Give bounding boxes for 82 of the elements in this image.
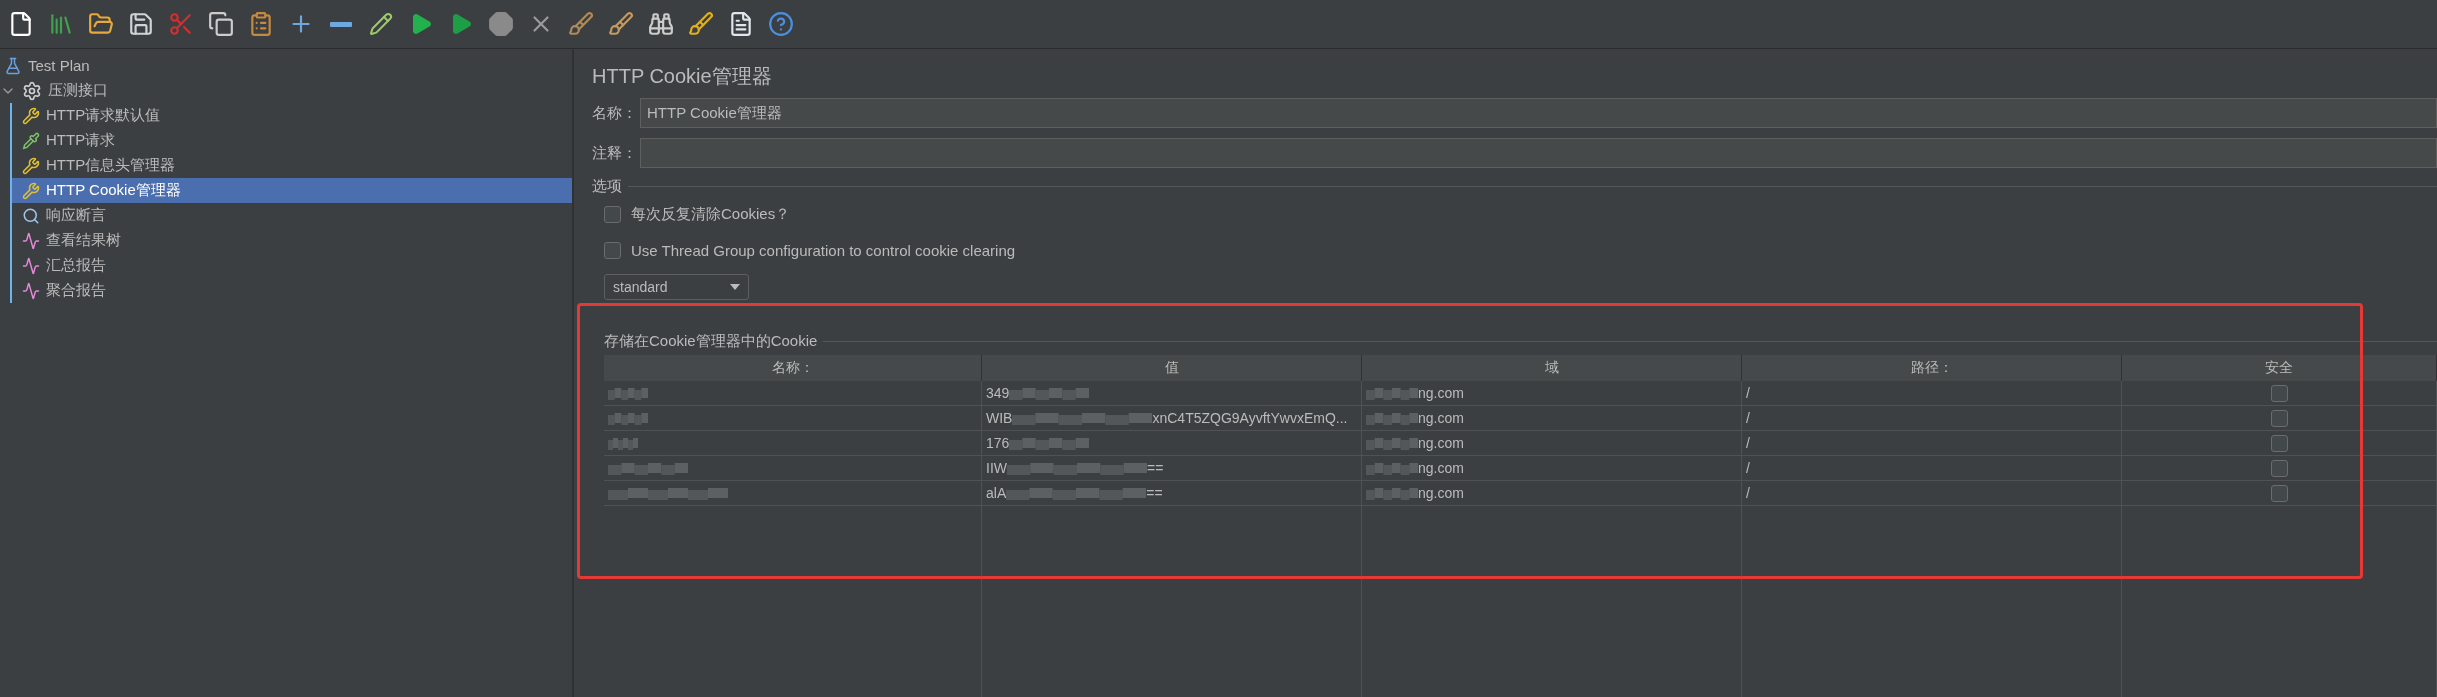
group-title: 选项	[592, 177, 622, 196]
column-header[interactable]: 安全	[2122, 355, 2437, 381]
checkbox[interactable]	[2270, 459, 2288, 477]
books-icon	[48, 11, 74, 37]
checkbox-label: Use Thread Group configuration to control cookie clearing	[631, 241, 1016, 259]
table-cell: /	[1746, 410, 1750, 426]
table-cell: 349	[986, 385, 1010, 401]
table-cell: alA	[986, 485, 1007, 501]
field-label: 名称：	[592, 103, 632, 123]
table-cell: ==	[1146, 485, 1163, 501]
table-cell: ==	[1147, 460, 1164, 476]
caret-icon	[730, 284, 740, 290]
blurred-text	[1366, 436, 1418, 450]
table-cell: 176	[986, 435, 1010, 451]
blurred-text	[1366, 486, 1418, 500]
magnifier-icon	[22, 206, 40, 225]
panel-title: HTTP Cookie管理器	[592, 63, 773, 89]
new-file-icon	[8, 11, 34, 37]
policy-dropdown[interactable]: standard	[604, 274, 749, 300]
checkbox[interactable]	[2270, 434, 2288, 452]
binoculars-icon	[648, 11, 674, 37]
wrench-icon	[22, 181, 40, 200]
checkbox[interactable]	[2270, 409, 2288, 427]
table-cell: /	[1746, 385, 1750, 401]
table-cell: IIW	[986, 460, 1007, 476]
checkbox-label: 每次反复清除Cookies？	[631, 204, 791, 224]
tree-item[interactable]: HTTP请求	[12, 128, 572, 153]
clipboard-icon	[248, 11, 274, 37]
tree-item[interactable]: 汇总报告	[12, 253, 572, 278]
table-cell: ng.com	[1418, 460, 1464, 476]
pencil-icon	[369, 12, 393, 36]
chart-icon	[22, 281, 40, 300]
table-cell: WIB	[986, 410, 1013, 426]
wrench-icon	[22, 156, 40, 175]
tree-item[interactable]: HTTP请求默认值	[12, 103, 572, 128]
blurred-text	[608, 436, 638, 450]
table-cell: xnC4T5ZQG9AyvftYwvxEmQ...	[1152, 410, 1348, 426]
tree-item[interactable]: Test Plan	[0, 53, 572, 78]
help-icon	[768, 11, 794, 37]
group-title: 存储在Cookie管理器中的Cookie	[604, 332, 818, 351]
table-cell: /	[1746, 460, 1750, 476]
folder-icon	[88, 11, 114, 37]
column-header[interactable]: 名称：	[604, 355, 982, 381]
blurred-text	[1366, 461, 1418, 475]
gear-icon	[22, 80, 42, 101]
wrench-icon	[22, 106, 40, 125]
blurred-text	[1366, 386, 1418, 400]
blurred-text	[608, 386, 648, 400]
name-field[interactable]: HTTP Cookie管理器	[640, 98, 2437, 128]
table-cell: ng.com	[1418, 485, 1464, 501]
checkbox[interactable]	[2270, 384, 2288, 402]
flask-icon	[4, 56, 22, 75]
minus-icon	[330, 21, 352, 27]
checkbox[interactable]	[604, 205, 621, 223]
stop-icon	[488, 11, 514, 37]
checkbox[interactable]	[604, 241, 621, 259]
comment-field[interactable]	[640, 138, 2437, 168]
tree-item[interactable]: 压测接口	[0, 78, 572, 103]
scissors-icon	[168, 11, 194, 37]
tree-item[interactable]: 聚合报告	[12, 278, 572, 303]
document-icon	[728, 11, 754, 37]
tree-item[interactable]: HTTP信息头管理器	[12, 153, 572, 178]
table-cell: /	[1746, 435, 1750, 451]
tree-item[interactable]: HTTP Cookie管理器	[12, 178, 572, 203]
column-header[interactable]: 域	[1362, 355, 1742, 381]
checkbox[interactable]	[2270, 484, 2288, 502]
table-cell: /	[1746, 485, 1750, 501]
column-header[interactable]: 路径：	[1742, 355, 2122, 381]
tree-item[interactable]: 响应断言	[12, 203, 572, 228]
table-cell: ng.com	[1418, 410, 1464, 426]
blurred-text	[1366, 411, 1418, 425]
chart-icon	[22, 231, 40, 250]
save-icon	[128, 11, 154, 37]
copy-icon	[208, 11, 234, 37]
chart-icon	[22, 256, 40, 275]
column-header[interactable]: 值	[982, 355, 1362, 381]
dropper-icon	[22, 131, 40, 150]
blurred-text	[608, 411, 648, 425]
tree-item[interactable]: 查看结果树	[12, 228, 572, 253]
table-cell: ng.com	[1418, 385, 1464, 401]
table-cell: ng.com	[1418, 435, 1464, 451]
field-label: 注释：	[592, 143, 632, 163]
